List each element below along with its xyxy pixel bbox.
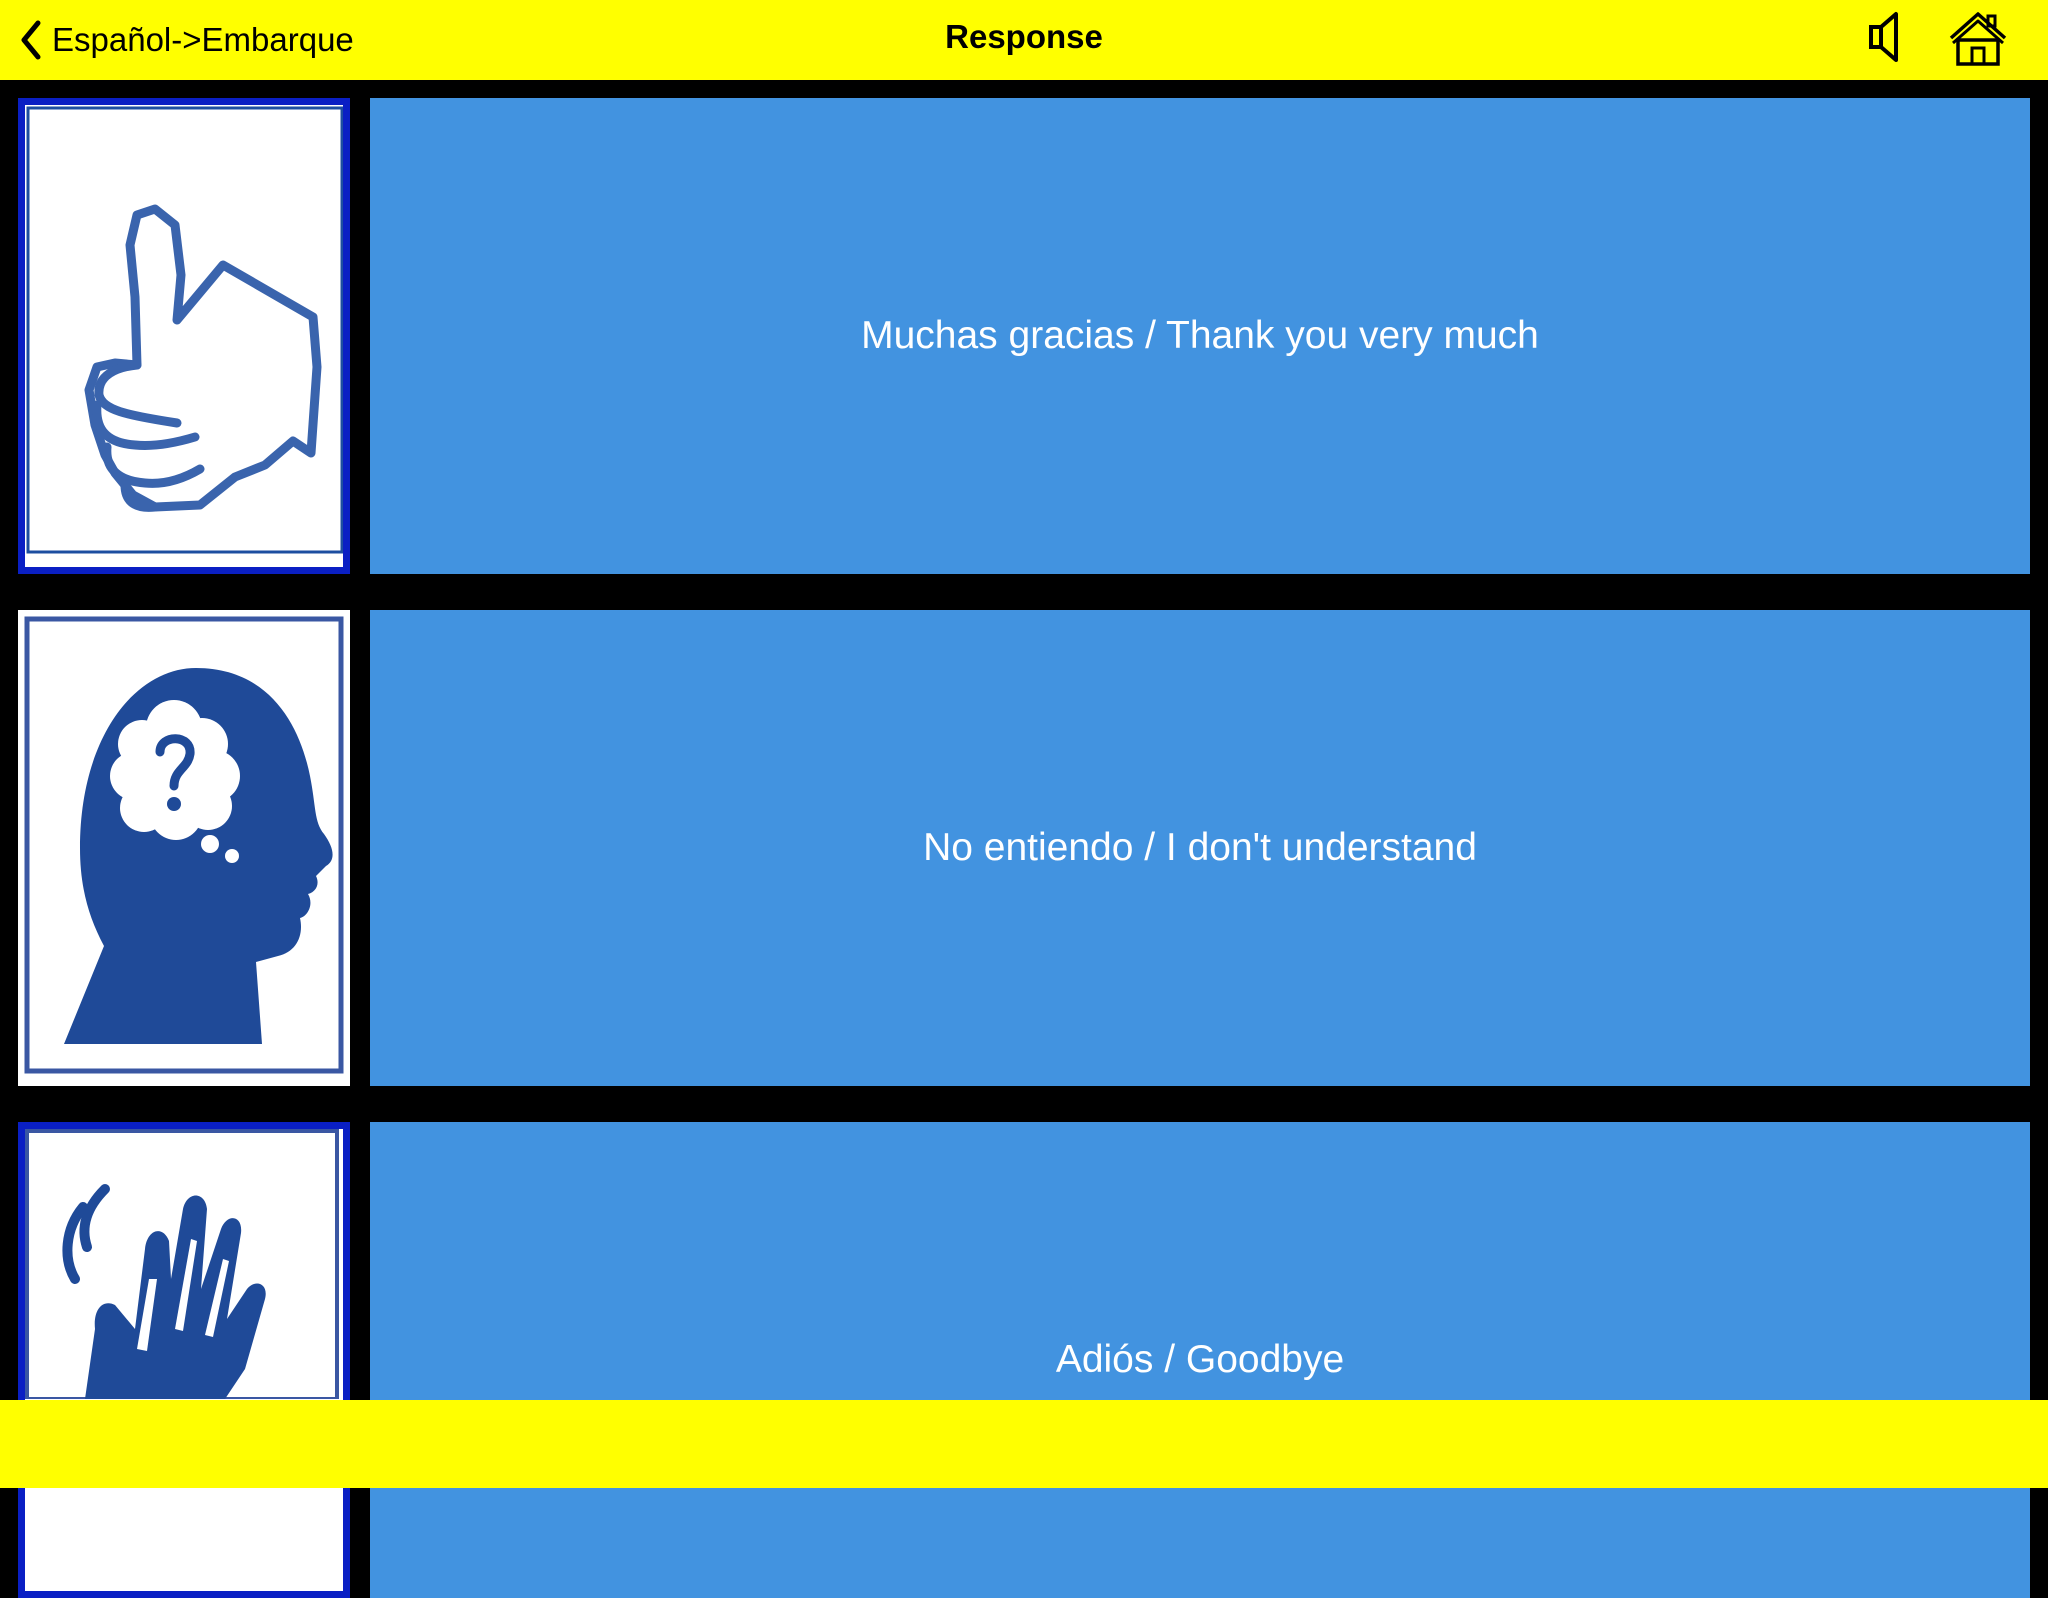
phrase-label: Adiós / Goodbye: [1055, 1338, 1345, 1381]
response-row: Adiós / Goodbye: [18, 1122, 2030, 1598]
chevron-left-icon: [21, 20, 41, 60]
phrase-button[interactable]: Adiós / Goodbye: [370, 1122, 2030, 1598]
phrase-button[interactable]: Muchas gracias / Thank you very much: [370, 98, 2030, 574]
home-icon: [1949, 12, 2007, 66]
navigation-bar: Español->Embarque Response: [0, 0, 2048, 80]
confused-head-tile[interactable]: [18, 610, 350, 1086]
home-button[interactable]: [1948, 10, 2008, 71]
back-button[interactable]: Español->Embarque: [20, 10, 354, 70]
response-row: No entiendo / I don't understand: [18, 610, 2030, 1086]
confused-head-icon: [24, 616, 344, 1080]
speaker-icon: [1869, 12, 1898, 62]
thumbs-up-icon: [25, 105, 343, 567]
speaker-button[interactable]: [1868, 10, 1908, 69]
waving-hand-tile[interactable]: [18, 1122, 350, 1598]
bottom-toolbar: [0, 1400, 2048, 1488]
back-button-label: Español->Embarque: [52, 21, 354, 58]
thumbs-up-tile[interactable]: [18, 98, 350, 574]
phrase-button[interactable]: No entiendo / I don't understand: [370, 610, 2030, 1086]
response-row: Muchas gracias / Thank you very much: [18, 98, 2030, 574]
waving-hand-icon: [25, 1129, 343, 1399]
